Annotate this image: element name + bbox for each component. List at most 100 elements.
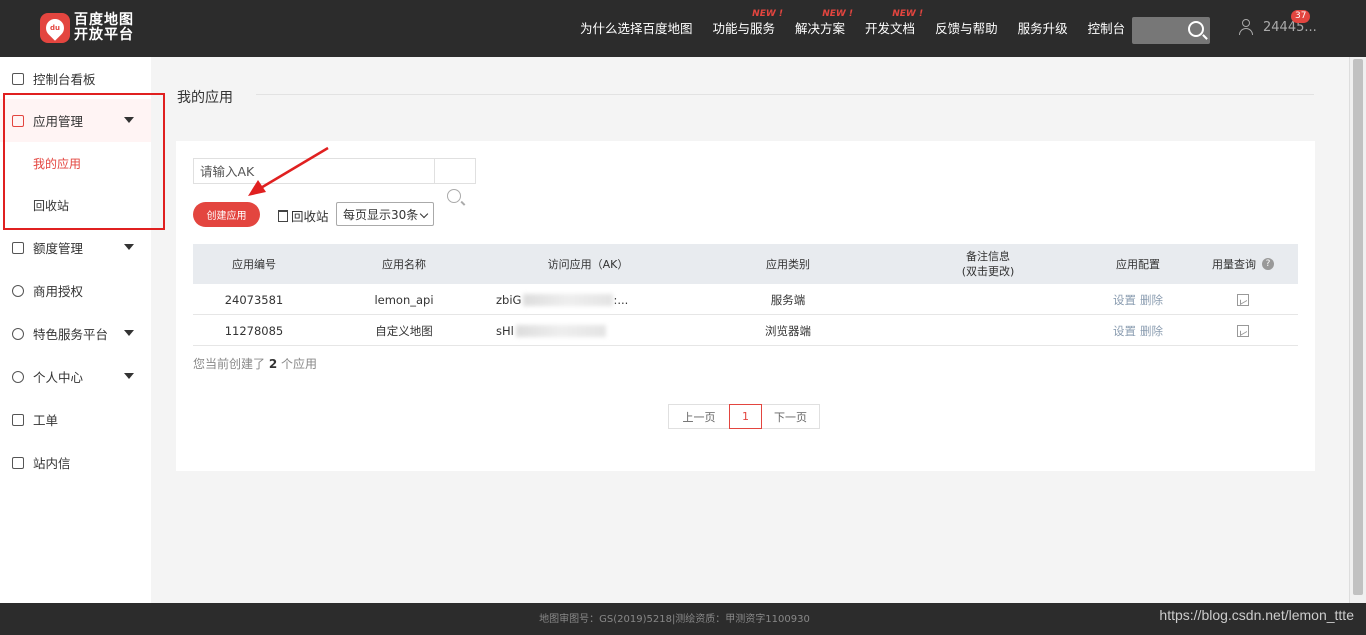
- sidebar-item-tickets[interactable]: 工单: [0, 398, 151, 441]
- settings-link[interactable]: 设置: [1113, 292, 1136, 308]
- count-prefix: 您当前创建了: [193, 357, 266, 371]
- nav-label: 为什么选择百度地图: [580, 21, 693, 36]
- nav-features[interactable]: NEW ! 功能与服务: [703, 0, 786, 57]
- cell-category: 浏览器端: [765, 323, 811, 338]
- delete-link[interactable]: 删除: [1140, 323, 1163, 339]
- sidebar-item-app-management[interactable]: 应用管理: [0, 99, 151, 142]
- vertical-scrollbar[interactable]: [1349, 57, 1366, 603]
- cell-remark[interactable]: [923, 315, 1053, 346]
- sidebar-item-label: 控制台看板: [33, 72, 96, 87]
- nav-label: 服务升级: [1017, 21, 1068, 36]
- ak-suffix: :...: [613, 292, 629, 307]
- per-page-value: 每页显示30条: [343, 207, 419, 222]
- ak-search-button[interactable]: [434, 158, 476, 184]
- cell-app-name: 自定义地图: [375, 323, 433, 338]
- nav-why-baidu[interactable]: 为什么选择百度地图: [570, 0, 703, 57]
- chart-icon[interactable]: [1237, 324, 1249, 337]
- cell-app-name: lemon_api: [374, 292, 434, 307]
- cell-usage: [1203, 284, 1283, 315]
- nav-docs[interactable]: NEW ! 开发文档: [855, 0, 925, 57]
- sidebar-item-quota[interactable]: 额度管理: [0, 226, 151, 269]
- table-row: 11278085 自定义地图 sHl 浏览器端 设置 删除: [193, 315, 1298, 346]
- col-remark-label: 备注信息: [966, 250, 1010, 263]
- delete-link[interactable]: 删除: [1140, 292, 1163, 308]
- search-icon[interactable]: [1188, 21, 1204, 37]
- sidebar-item-recycle-bin[interactable]: 回收站: [0, 184, 151, 226]
- recycle-bin-button[interactable]: 回收站: [278, 206, 329, 225]
- nav-label: 开发文档: [865, 21, 916, 36]
- baidu-map-logo[interactable]: du 百度地图 开放平台: [40, 13, 134, 43]
- col-usage-label: 用量查询: [1212, 257, 1256, 271]
- user-name: 24445...: [1263, 19, 1317, 35]
- count-suffix: 个应用: [281, 357, 318, 371]
- next-page-button[interactable]: 下一页: [761, 404, 820, 429]
- sidebar-item-label: 工单: [33, 413, 59, 428]
- sidebar-item-dashboard[interactable]: 控制台看板: [0, 57, 151, 100]
- settings-link[interactable]: 设置: [1113, 323, 1136, 339]
- col-remark: 备注信息 (双击更改): [923, 244, 1053, 284]
- nav-solutions[interactable]: NEW ! 解决方案: [785, 0, 855, 57]
- col-ak: 访问应用（AK）: [547, 257, 629, 271]
- user-icon: [1237, 18, 1255, 36]
- sidebar: 控制台看板 应用管理 我的应用 回收站 额度管理 商用授权 特色服务平台 个人中…: [0, 57, 165, 603]
- nav-console[interactable]: 控制台: [1078, 0, 1136, 57]
- per-page-select[interactable]: 每页显示30条: [336, 202, 434, 226]
- divider: [256, 94, 1314, 95]
- footer: 地图审图号：GS(2019)5218|测绘资质：甲测资字1100930 http…: [0, 603, 1366, 635]
- sidebar-item-profile[interactable]: 个人中心: [0, 355, 151, 398]
- recycle-bin-label: 回收站: [291, 209, 329, 224]
- count-value: 2: [268, 357, 278, 371]
- nav-label: 功能与服务: [712, 21, 776, 36]
- nav-upgrade[interactable]: 服务升级: [1008, 0, 1078, 57]
- grid-icon: [12, 114, 24, 127]
- prev-page-button[interactable]: 上一页: [668, 404, 730, 429]
- sidebar-item-label: 我的应用: [33, 156, 82, 171]
- help-icon[interactable]: ?: [1262, 258, 1274, 270]
- sliders-icon: [12, 241, 24, 254]
- chevron-down-icon: [419, 209, 429, 219]
- nav-label: 反馈与帮助: [935, 21, 998, 36]
- cell-usage: [1203, 315, 1283, 346]
- notification-badge[interactable]: 37: [1291, 10, 1311, 23]
- cell-app-id: 24073581: [224, 292, 284, 307]
- sidebar-item-featured[interactable]: 特色服务平台: [0, 312, 151, 355]
- chevron-down-icon: [124, 373, 134, 379]
- nav-label: 控制台: [1087, 21, 1126, 36]
- top-navigation-bar: du 百度地图 开放平台 为什么选择百度地图 NEW ! 功能与服务 NEW ! 解…: [0, 0, 1366, 57]
- page-1-button[interactable]: 1: [729, 404, 762, 429]
- create-app-button[interactable]: 创建应用: [193, 202, 260, 227]
- main-nav: 为什么选择百度地图 NEW ! 功能与服务 NEW ! 解决方案 NEW ! 开发文档…: [570, 0, 1135, 57]
- pagination: 上一页 1 下一页: [668, 404, 820, 429]
- table-header: 应用编号 应用名称 访问应用（AK） 应用类别 备注信息 (双击更改) 应用配置…: [193, 244, 1298, 284]
- heart-shield-icon: [12, 327, 24, 340]
- new-tag: NEW !: [892, 9, 924, 19]
- cell-app-id: 11278085: [224, 323, 284, 338]
- cell-ak: zbiG:...: [496, 284, 696, 315]
- clipboard-icon: [12, 413, 24, 426]
- col-remark-hint: (双击更改): [961, 265, 1015, 278]
- sidebar-item-my-apps[interactable]: 我的应用: [0, 142, 151, 184]
- sidebar-item-messages[interactable]: 站内信: [0, 441, 151, 484]
- map-pin-icon: du: [40, 13, 70, 43]
- footer-line: 地图审图号：GS(2019)5218|测绘资质：甲测资字1100930: [539, 614, 810, 625]
- cell-config: 设置 删除: [1093, 315, 1183, 346]
- trash-icon: [278, 209, 288, 222]
- mail-icon: [12, 456, 24, 469]
- page-title: 我的应用: [177, 90, 233, 106]
- sidebar-item-license[interactable]: 商用授权: [0, 269, 151, 312]
- col-usage: 用量查询?: [1203, 244, 1283, 284]
- search-icon[interactable]: [447, 189, 461, 203]
- nav-feedback[interactable]: 反馈与帮助: [925, 0, 1008, 57]
- header-search[interactable]: [1132, 17, 1210, 44]
- dashboard-icon: [12, 72, 24, 85]
- scrollbar-thumb[interactable]: [1353, 59, 1363, 595]
- cell-remark[interactable]: [923, 284, 1053, 315]
- new-tag: NEW !: [752, 9, 784, 19]
- sidebar-item-label: 额度管理: [33, 241, 84, 256]
- ak-prefix: zbiG: [496, 292, 522, 307]
- chart-icon[interactable]: [1237, 293, 1249, 306]
- sidebar-item-label: 特色服务平台: [33, 327, 109, 342]
- redacted-ak: [523, 293, 614, 306]
- watermark: https://blog.csdn.net/lemon_ttte: [1159, 607, 1354, 623]
- sidebar-item-label: 站内信: [33, 456, 71, 471]
